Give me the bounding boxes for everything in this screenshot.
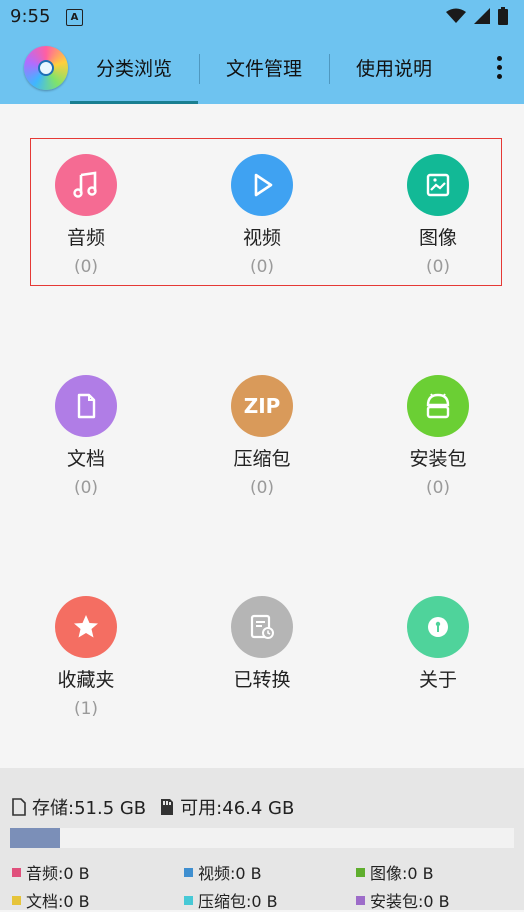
category-image[interactable]: 图像 (0) [368,154,508,278]
signal-icon [474,8,490,24]
category-count: (0) [249,257,275,277]
legend-label: 图像:0 B [370,864,434,883]
category-apk[interactable]: 安装包 (0) [368,375,508,499]
category-audio[interactable]: 音频 (0) [16,154,156,278]
sd-card-icon [161,799,174,815]
category-label: 图像 [418,227,457,249]
category-label: 视频 [242,227,281,249]
status-time: 9:55 [10,6,51,27]
legend-swatch [184,895,193,905]
category-count: (0) [425,478,451,498]
category-grid: 音频 (0) 视频 (0) 图像 (0) 文档 (0) ZIP 压缩包 (0) … [0,104,524,768]
category-label: 已转换 [233,669,291,691]
legend-label: 视频:0 B [198,864,262,883]
notification-icon: A [66,9,83,26]
android-icon [407,375,469,437]
storage-usage-fill [10,828,61,848]
legend-archives: 压缩包:0 B [184,888,278,912]
app-logo-icon [24,46,68,90]
music-icon [55,154,117,216]
category-count: (0) [73,478,99,498]
legend-label: 压缩包:0 B [198,892,278,911]
category-label: 安装包 [409,448,467,470]
category-label: 压缩包 [233,448,291,470]
legend-audio: 音频:0 B [12,860,90,884]
legend-documents: 文档:0 B [12,888,90,912]
category-count: (0) [425,257,451,277]
image-icon [407,154,469,216]
storage-panel: 存储:51.5 GB 可用:46.4 GB 音频:0 B 视频:0 B 图像:0… [0,768,524,912]
info-icon [407,596,469,658]
wifi-icon [446,8,466,23]
category-count: (1) [73,699,99,719]
storage-info: 存储:51.5 GB 可用:46.4 GB [12,794,308,820]
zip-icon-text: ZIP [243,394,281,418]
zip-icon: ZIP [231,375,293,437]
star-icon [55,596,117,658]
category-favorites[interactable]: 收藏夹 (1) [16,596,156,720]
legend-label: 音频:0 B [26,864,90,883]
category-label: 关于 [418,669,457,691]
battery-icon [498,7,508,25]
category-video[interactable]: 视频 (0) [192,154,332,278]
category-label: 收藏夹 [57,669,115,691]
status-bar: 9:55 A [0,0,524,34]
legend-swatch [184,867,193,877]
category-about[interactable]: 关于 [368,596,508,698]
legend-label: 文档:0 B [26,892,90,911]
app-bar: 分类浏览 文件管理 使用说明 [0,34,524,104]
play-icon [231,154,293,216]
legend-swatch [356,895,365,905]
category-archives[interactable]: ZIP 压缩包 (0) [192,375,332,499]
category-label: 音频 [66,227,105,249]
category-label: 文档 [66,448,105,470]
legend-swatch [356,867,365,877]
overflow-menu-button[interactable] [494,56,504,82]
legend-image: 图像:0 B [356,860,434,884]
tab-instructions[interactable]: 使用说明 [330,34,458,104]
storage-total: 存储:51.5 GB [32,798,147,819]
legend-video: 视频:0 B [184,860,262,884]
category-converted[interactable]: 已转换 [192,596,332,698]
storage-usage-bar [10,828,514,848]
legend-swatch [12,895,21,905]
legend-label: 安装包:0 B [370,892,450,911]
document-icon [55,375,117,437]
more-vert-icon [496,56,502,61]
category-count: (0) [73,257,99,277]
converted-icon [231,596,293,658]
storage-available: 可用:46.4 GB [180,798,295,819]
tab-category-browse[interactable]: 分类浏览 [70,34,198,104]
legend-swatch [12,867,21,877]
tab-file-manager[interactable]: 文件管理 [200,34,328,104]
legend-apk: 安装包:0 B [356,888,450,912]
category-count: (0) [249,478,275,498]
category-documents[interactable]: 文档 (0) [16,375,156,499]
storage-icon [12,798,26,816]
